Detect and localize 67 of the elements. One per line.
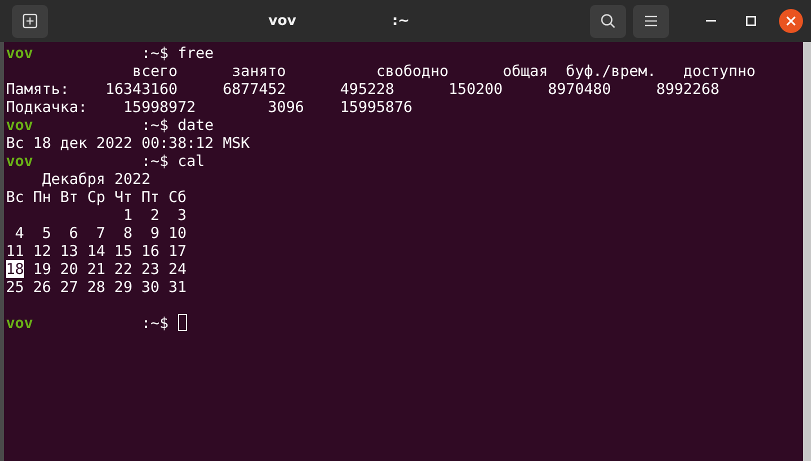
weekday-label: Сб bbox=[168, 188, 187, 206]
calendar-day: 8 bbox=[123, 224, 132, 242]
calendar-title: Декабря 2022 bbox=[41, 170, 150, 188]
calendar-day: 15 bbox=[114, 242, 132, 260]
calendar-day: 10 bbox=[168, 224, 187, 242]
window-title: vov bbox=[268, 13, 296, 29]
new-tab-icon bbox=[22, 13, 38, 29]
calendar-day: 17 bbox=[168, 242, 187, 260]
prompt-path: :~$ bbox=[141, 152, 169, 170]
prompt-user: vov bbox=[6, 44, 34, 62]
output-line: Вс 18 дек 2022 00:38:12 MSK bbox=[6, 134, 250, 152]
command-text: date bbox=[178, 116, 214, 134]
calendar-day: 27 bbox=[60, 278, 78, 296]
new-tab-button[interactable] bbox=[12, 4, 48, 38]
close-button[interactable] bbox=[779, 9, 803, 33]
window-title-path: :~ bbox=[392, 13, 410, 29]
calendar-day: 11 bbox=[6, 242, 24, 260]
calendar-day: 23 bbox=[141, 260, 160, 278]
calendar-day: 28 bbox=[87, 278, 106, 296]
calendar-day: 29 bbox=[114, 278, 132, 296]
search-icon bbox=[600, 13, 616, 29]
calendar-day: 5 bbox=[42, 224, 52, 242]
prompt-user: vov bbox=[6, 314, 34, 332]
prompt-path: :~$ bbox=[141, 314, 169, 332]
weekday-label: Ср bbox=[87, 188, 106, 206]
calendar-day: 13 bbox=[60, 242, 78, 260]
prompt-path: :~$ bbox=[141, 44, 169, 62]
weekday-label: Чт bbox=[114, 188, 132, 206]
calendar-day: 24 bbox=[168, 260, 187, 278]
output-line: всего занято свободно общая буф./врем. доступно bbox=[131, 62, 756, 80]
calendar-day: 25 bbox=[6, 278, 24, 296]
calendar-day: 20 bbox=[60, 260, 78, 278]
search-button[interactable] bbox=[590, 4, 626, 38]
maximize-icon bbox=[746, 16, 756, 26]
close-icon bbox=[786, 16, 796, 26]
calendar-day: 1 bbox=[123, 206, 132, 224]
weekday-label: Вт bbox=[60, 188, 78, 206]
calendar-day: 16 bbox=[141, 242, 160, 260]
calendar-day: 30 bbox=[141, 278, 160, 296]
calendar-day: 7 bbox=[96, 224, 106, 242]
output-line: Подкачка: 15998972 3096 15995876 bbox=[6, 98, 412, 116]
calendar-day: 12 bbox=[33, 242, 52, 260]
calendar-day: 9 bbox=[150, 224, 160, 242]
calendar-day: 3 bbox=[177, 206, 187, 224]
calendar-day: 22 bbox=[114, 260, 132, 278]
calendar-day: 14 bbox=[87, 242, 106, 260]
calendar-day: 21 bbox=[87, 260, 106, 278]
calendar-day: 18 bbox=[6, 260, 24, 278]
prompt-user: vov bbox=[6, 152, 34, 170]
menu-icon bbox=[644, 15, 658, 27]
scrollbar[interactable] bbox=[803, 42, 811, 461]
prompt-path: :~$ bbox=[141, 116, 169, 134]
calendar-day: 6 bbox=[69, 224, 78, 242]
calendar-day: 2 bbox=[150, 206, 160, 224]
weekday-label: Пн bbox=[33, 188, 52, 206]
calendar-day: 4 bbox=[15, 224, 24, 242]
calendar-day: 31 bbox=[168, 278, 187, 296]
weekday-label: Вс bbox=[6, 188, 24, 206]
prompt-user: vov bbox=[6, 116, 34, 134]
menu-button[interactable] bbox=[633, 4, 669, 38]
calendar-day: 26 bbox=[33, 278, 52, 296]
command-text: free bbox=[178, 44, 214, 62]
output-line: Память: 16343160 6877452 495228 150200 8970480 8992268 bbox=[6, 80, 720, 98]
command-text: cal bbox=[178, 152, 205, 170]
minimize-icon bbox=[706, 20, 716, 22]
weekday-label: Пт bbox=[141, 188, 160, 206]
calendar-day: 19 bbox=[33, 260, 52, 278]
